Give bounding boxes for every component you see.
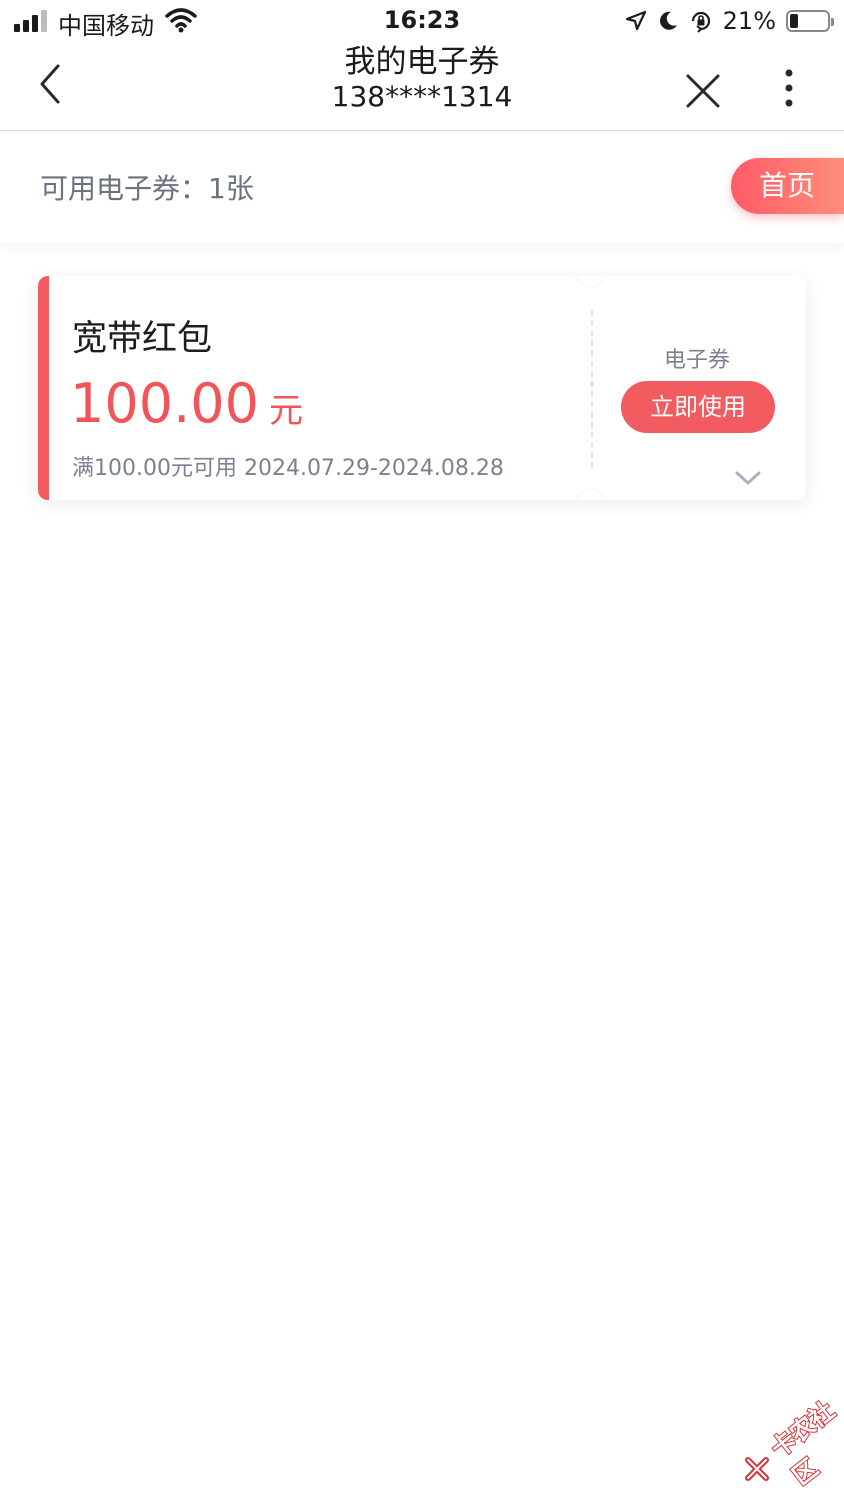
use-now-button[interactable]: 立即使用 [621, 381, 775, 433]
home-button[interactable]: 首页 [731, 158, 844, 214]
coupon-amount: 100.00 元 [70, 372, 303, 435]
coupon-accent-bar [38, 276, 49, 500]
coupon-card[interactable]: 宽带红包 100.00 元 满100.00元可用 2024.07.29-2024.… [38, 276, 806, 500]
coupon-divider [591, 310, 593, 468]
coupon-amount-value: 100.00 [70, 372, 259, 435]
coupon-type-label: 电子券 [663, 348, 730, 373]
rotation-lock-icon [691, 11, 710, 33]
close-icon[interactable] [684, 72, 722, 110]
chevron-down-icon[interactable] [735, 470, 761, 486]
coupon-notch-bottom [574, 488, 608, 500]
coupon-notch-top [574, 276, 608, 288]
coupon-amount-unit: 元 [268, 391, 303, 431]
status-bar: 中国移动 16:23 21% [0, 0, 844, 44]
coupon-condition: 满100.00元可用 2024.07.29-2024.08.28 [72, 456, 504, 481]
available-coupon-count: 可用电子券：1张 [40, 172, 254, 205]
coupon-name: 宽带红包 [72, 319, 213, 359]
status-right-group: 21% [625, 6, 834, 36]
moon-icon [659, 11, 677, 30]
nav-bar: 我的电子券 138****1314 [0, 44, 844, 131]
battery-icon [786, 10, 834, 32]
location-icon [625, 10, 646, 31]
more-icon[interactable] [774, 68, 804, 108]
coupon-summary-bar: 可用电子券：1张 首页 [0, 131, 844, 243]
battery-percent: 21% [722, 7, 776, 35]
